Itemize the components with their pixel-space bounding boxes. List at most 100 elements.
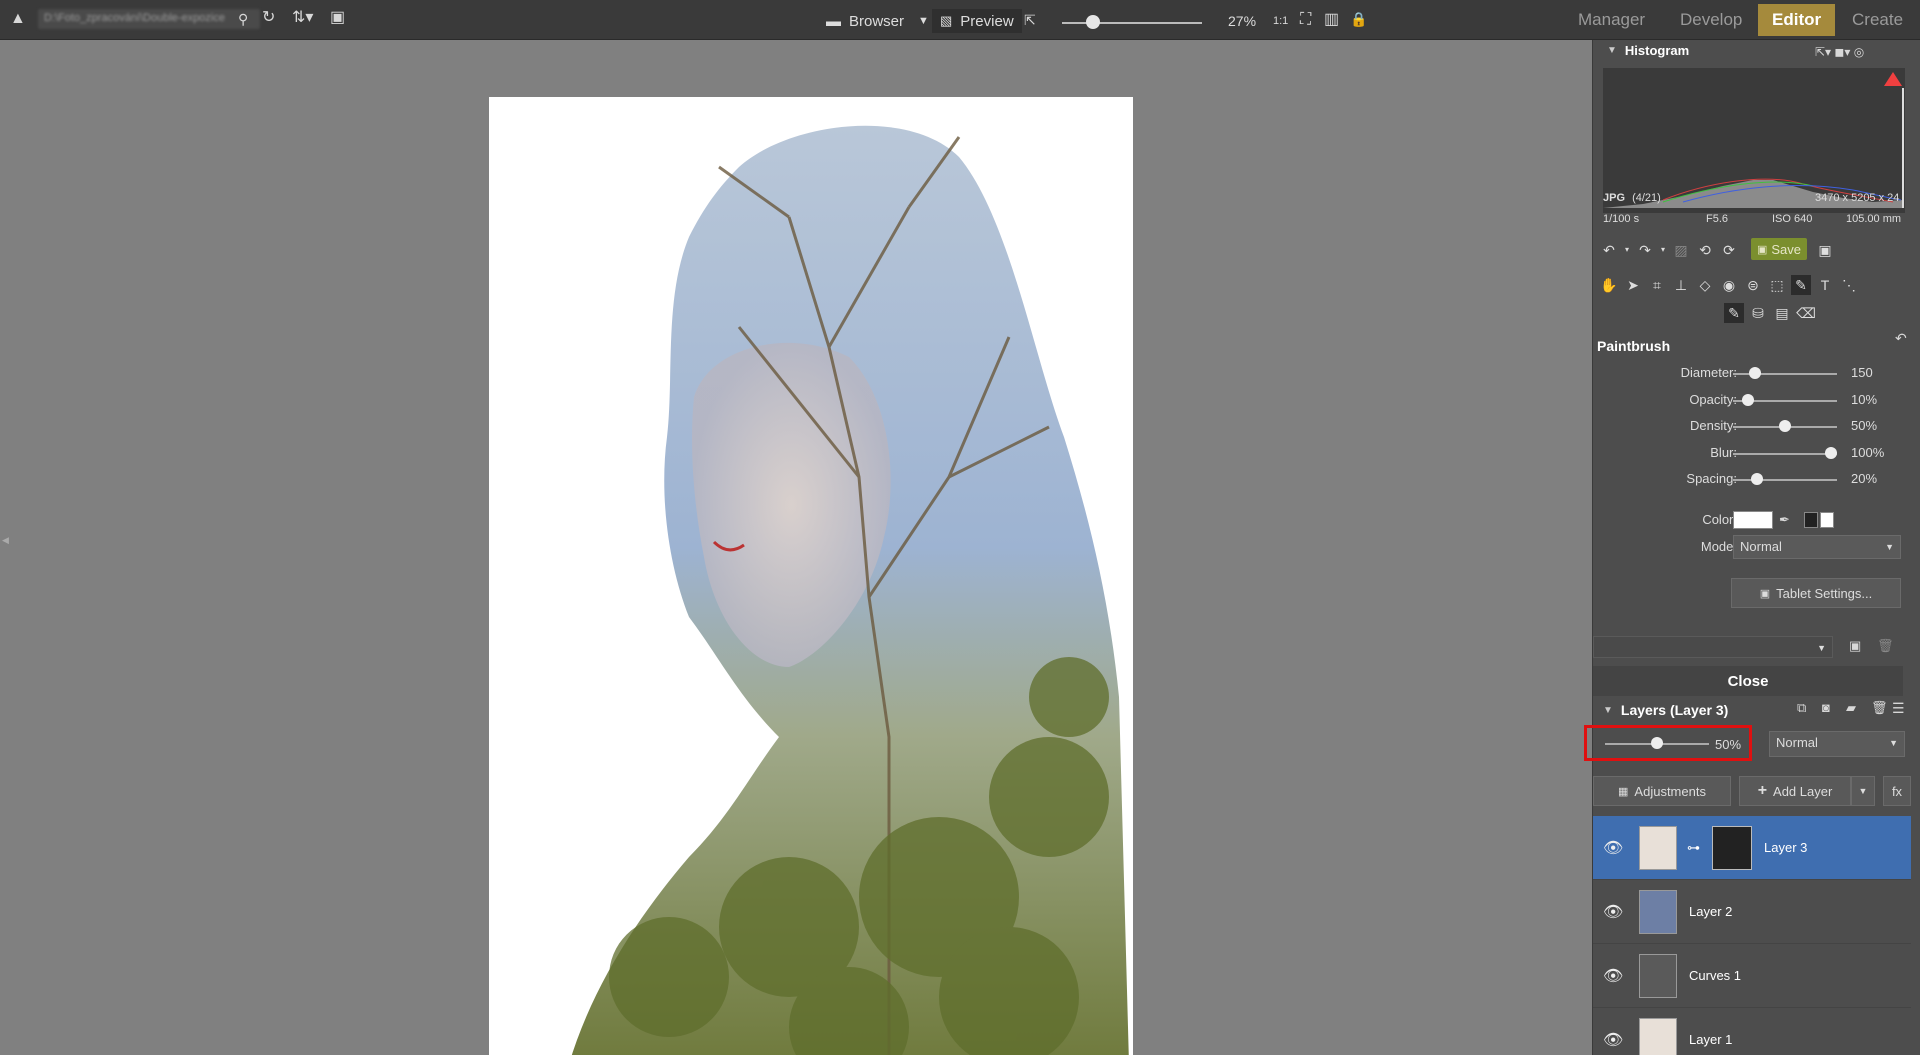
add-layer-button[interactable]: + Add Layer <box>1739 776 1851 806</box>
eraser-icon[interactable]: ⌫ <box>1796 303 1816 323</box>
clipping-warning-icon[interactable] <box>1884 72 1902 86</box>
histogram-options-icon[interactable]: ⇱▾ ◼▾ ◎ <box>1815 44 1864 60</box>
transform-icon[interactable]: ◇ <box>1695 275 1715 295</box>
add-layer-menu-button[interactable]: ▼ <box>1851 776 1875 806</box>
layer-blend-select[interactable]: Normal ▼ <box>1769 731 1905 757</box>
histogram-title: Histogram <box>1624 43 1690 58</box>
save-icon: ▣ <box>1756 243 1768 256</box>
new-folder-icon[interactable]: ▣ <box>330 10 345 26</box>
lock-icon[interactable]: 🔒 <box>1350 11 1367 27</box>
path-input[interactable]: D:\Foto_zpracování\Double-expozice <box>38 9 260 29</box>
brush-prop-handle[interactable] <box>1751 473 1764 485</box>
more-tools-icon[interactable]: ⋱ <box>1839 275 1859 295</box>
undo-icon[interactable]: ↶ <box>1599 240 1619 260</box>
link-icon[interactable]: ⊶ <box>1687 840 1700 856</box>
text-icon[interactable]: T <box>1815 275 1835 295</box>
pointer-icon[interactable]: ➤ <box>1623 275 1643 295</box>
straighten-icon[interactable]: ⊥ <box>1671 275 1691 295</box>
selection-icon[interactable]: ⬚ <box>1767 275 1787 295</box>
tab-create[interactable]: Create <box>1852 10 1903 30</box>
paintbrush-icon[interactable]: ✎ <box>1724 303 1744 323</box>
save-button[interactable]: ▣ Save <box>1751 238 1807 260</box>
gradient-icon[interactable]: ▤ <box>1772 303 1792 323</box>
reset-icon[interactable]: ↶ <box>1895 330 1907 346</box>
file-format: JPG <box>1603 192 1626 204</box>
brush-color-swatch[interactable] <box>1733 511 1773 529</box>
redo-menu-icon[interactable]: ▾ <box>1659 240 1667 260</box>
tablet-settings-button[interactable]: ▣ Tablet Settings... <box>1731 578 1901 608</box>
preset-select[interactable]: ▼ <box>1593 636 1833 658</box>
eye-icon[interactable]: 👁 <box>1603 1030 1623 1050</box>
external-link-icon[interactable]: ⇱ <box>1024 12 1036 28</box>
mask-icon[interactable]: ◙ <box>1822 700 1830 716</box>
preview-button[interactable]: ▧ Preview <box>932 9 1022 33</box>
brush-prop-slider[interactable] <box>1733 453 1837 455</box>
image-canvas[interactable]: ◀ ▲ <box>2 40 1592 1055</box>
layer-mask-thumbnail[interactable] <box>1712 825 1752 870</box>
hand-icon[interactable]: ✋ <box>1599 275 1619 295</box>
layer-row[interactable]: 👁 Layer 2 <box>1593 880 1911 944</box>
layer-thumbnail <box>1639 889 1677 934</box>
paintbrush-title: Paintbrush <box>1597 338 1671 354</box>
eye-icon[interactable]: 👁 <box>1603 902 1623 922</box>
sort-icon[interactable]: ⇅▾ <box>292 10 313 26</box>
brush-prop-slider[interactable] <box>1733 479 1837 481</box>
brush-subtools: ✎ ⛁ ▤ ⌫ <box>1724 303 1816 323</box>
browser-button[interactable]: ▬ Browser ▼ <box>826 9 929 33</box>
duplicate-layer-icon[interactable]: ⧉ <box>1797 700 1806 716</box>
collapse-triangle-icon[interactable]: ▼ <box>1603 705 1613 716</box>
secondary-color-swatch[interactable] <box>1820 512 1834 528</box>
delete-preset-icon[interactable]: 🗑 <box>1877 638 1894 654</box>
zoom-slider-handle[interactable] <box>1086 15 1100 29</box>
layer-row[interactable]: 👁 Curves 1 <box>1593 944 1911 1008</box>
redo-icon[interactable]: ↷ <box>1635 240 1655 260</box>
group-folder-icon[interactable]: ▰ <box>1846 700 1856 716</box>
layer-name: Layer 3 <box>1764 840 1808 855</box>
layer-name: Curves 1 <box>1689 968 1742 983</box>
chevron-down-icon: ▼ <box>1817 643 1826 653</box>
rotate-left-icon[interactable]: ⟲ <box>1695 240 1715 260</box>
brush-mode-select[interactable]: Normal ▼ <box>1733 535 1901 559</box>
chevron-down-icon[interactable]: ▼ <box>918 15 929 27</box>
undo-menu-icon[interactable]: ▾ <box>1623 240 1631 260</box>
crop-icon[interactable]: ⌗ <box>1647 275 1667 295</box>
zoom-slider[interactable] <box>1062 22 1202 24</box>
back-icon[interactable]: ▲ <box>10 11 26 27</box>
brush-prop-handle[interactable] <box>1825 447 1837 459</box>
actual-size-icon[interactable]: 1:1 <box>1273 13 1288 29</box>
collapse-triangle-icon[interactable]: ▼ <box>1607 45 1617 56</box>
layers-menu-icon[interactable]: ☰ <box>1892 700 1905 716</box>
delete-layer-icon[interactable]: 🗑 <box>1871 700 1888 716</box>
adjustments-button[interactable]: ▦ Adjustments <box>1593 776 1731 806</box>
layer-row[interactable]: 👁 Layer 1 <box>1593 1008 1911 1055</box>
tab-develop[interactable]: Develop <box>1680 10 1742 30</box>
tab-manager[interactable]: Manager <box>1578 10 1645 30</box>
clone-icon[interactable]: ⊜ <box>1743 275 1763 295</box>
eye-icon[interactable]: 👁 <box>1603 966 1623 986</box>
search-icon[interactable]: ⚲ <box>238 11 248 27</box>
save-preset-icon[interactable]: ▣ <box>1849 638 1861 654</box>
save-as-icon[interactable]: ▣ <box>1815 240 1835 260</box>
histogram-header[interactable]: ▼ Histogram <box>1607 43 1689 58</box>
brush-prop-handle[interactable] <box>1742 394 1755 406</box>
eyedropper-icon[interactable]: ✒ <box>1779 512 1790 528</box>
layer-row[interactable]: 👁 ⊶ Layer 3 <box>1593 816 1911 880</box>
fit-icon[interactable]: ⛶ <box>1300 12 1311 28</box>
bucket-icon[interactable]: ⛁ <box>1748 303 1768 323</box>
tab-editor[interactable]: Editor <box>1758 4 1836 36</box>
close-button[interactable]: Close <box>1593 666 1903 696</box>
left-panel-toggle-icon[interactable]: ◀ <box>2 535 9 546</box>
brush-prop-handle[interactable] <box>1779 420 1791 432</box>
layers-header[interactable]: ▼ Layers (Layer 3) <box>1603 702 1728 718</box>
compare-icon[interactable]: ▥ <box>1324 12 1339 28</box>
eye-icon[interactable]: 👁 <box>1603 838 1623 858</box>
red-eye-icon[interactable]: ◉ <box>1719 275 1739 295</box>
refresh-icon[interactable]: ↻ <box>262 10 275 26</box>
right-panel: ▼ Histogram ⇱▾ ◼▾ ◎ JPG (4/21) 3470 x 52… <box>1584 40 1920 1055</box>
brush-tool-icon[interactable]: ✎ <box>1791 275 1811 295</box>
rotate-right-icon[interactable]: ⟳ <box>1719 240 1739 260</box>
thumbnail-icon[interactable]: ▨ <box>1671 240 1691 260</box>
fx-button[interactable]: fx <box>1883 776 1911 806</box>
primary-color-swatch[interactable] <box>1804 512 1818 528</box>
brush-prop-handle[interactable] <box>1748 367 1761 379</box>
